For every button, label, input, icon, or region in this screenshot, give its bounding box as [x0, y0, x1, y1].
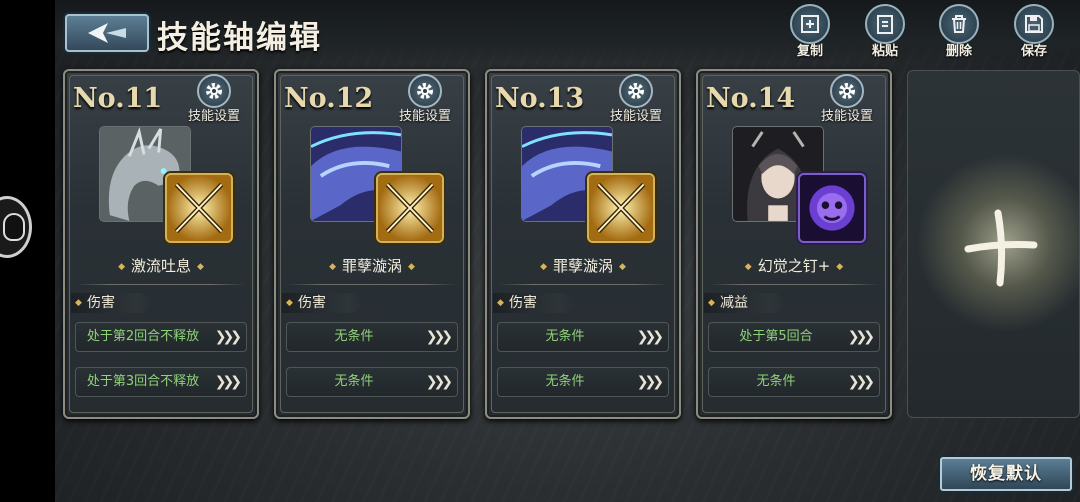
back-arrow-icon — [88, 23, 126, 43]
crossed-swords-icon — [165, 173, 233, 243]
divider — [77, 284, 245, 285]
save-button[interactable]: 保存 — [1007, 4, 1061, 60]
triple-arrow-icon: ❯❯❯ — [636, 374, 664, 390]
skill-type-tag: ◆ 减益 — [704, 293, 786, 313]
skill-editor-screen: 技能轴编辑 复制 粘贴 删除 保存 No.11 技能设置 ◆ 激流吐息 ◆ ◆ … — [55, 0, 1080, 502]
save-icon — [1025, 15, 1043, 33]
skill-type: 伤害 — [298, 295, 326, 311]
floating-assistant-bubble[interactable] — [0, 196, 32, 258]
back-button[interactable] — [65, 14, 149, 52]
restore-default-button[interactable]: 恢复默认 — [940, 457, 1072, 491]
skill-settings-label: 技能设置 — [820, 109, 873, 124]
save-label: 保存 — [1020, 44, 1047, 59]
triple-arrow-icon: ❯❯❯ — [847, 374, 875, 390]
condition-1-button[interactable]: 无条件 ❯❯❯ — [286, 322, 458, 352]
skill-name-row: ◆ 罪孽漩涡 ◆ — [329, 257, 415, 275]
copy-button[interactable]: 复制 — [783, 4, 837, 60]
card-number: No.12 — [284, 83, 374, 114]
skill-type-tag: ◆ 伤害 — [71, 293, 153, 313]
card-number: No.11 — [73, 83, 163, 114]
crossed-swords-icon — [376, 173, 444, 243]
condition-text: 无条件 — [545, 374, 585, 389]
copy-icon — [801, 15, 819, 33]
crossed-swords-icon — [587, 173, 655, 243]
condition-text: 处于第3回合不释放 — [86, 374, 200, 389]
skill-type: 减益 — [720, 295, 748, 311]
triple-arrow-icon: ❯❯❯ — [425, 374, 453, 390]
triple-arrow-icon: ❯❯❯ — [214, 374, 242, 390]
skill-name-row: ◆ 罪孽漩涡 ◆ — [540, 257, 626, 275]
condition-2-button[interactable]: 处于第3回合不释放 ❯❯❯ — [75, 367, 247, 397]
paste-button[interactable]: 粘贴 — [858, 4, 912, 60]
condition-1-button[interactable]: 无条件 ❯❯❯ — [497, 322, 669, 352]
skill-card: No.11 技能设置 ◆ 激流吐息 ◆ ◆ 伤害 处于第2回合不释放 ❯❯❯ 处… — [63, 69, 259, 419]
paste-icon — [877, 15, 893, 34]
condition-2-button[interactable]: 无条件 ❯❯❯ — [708, 367, 880, 397]
triple-arrow-icon: ❯❯❯ — [636, 329, 664, 345]
skill-settings-button[interactable]: 技能设置 — [605, 74, 667, 124]
divider — [499, 284, 667, 285]
condition-1-button[interactable]: 处于第2回合不释放 ❯❯❯ — [75, 322, 247, 352]
condition-text: 处于第5回合 — [739, 329, 813, 344]
skill-name-row: ◆ 激流吐息 ◆ — [118, 257, 204, 275]
condition-text: 处于第2回合不释放 — [86, 329, 200, 344]
skill-name: 罪孽漩涡 — [552, 257, 613, 275]
condition-1-button[interactable]: 处于第5回合 ❯❯❯ — [708, 322, 880, 352]
skill-type-tag: ◆ 伤害 — [493, 293, 575, 313]
skill-settings-button[interactable]: 技能设置 — [183, 74, 245, 124]
skill-name: 激流吐息 — [130, 257, 191, 275]
skill-type: 伤害 — [87, 295, 115, 311]
skill-name-row: ◆ 幻觉之钉+ ◆ — [744, 257, 844, 275]
page-title: 技能轴编辑 — [157, 20, 322, 56]
paste-label: 粘贴 — [871, 44, 898, 59]
triple-arrow-icon: ❯❯❯ — [847, 329, 875, 345]
skill-card: No.14 技能设置 ◆ 幻觉之钉+ ◆ ◆ 减益 处于第5回合 ❯❯❯ 无条件… — [696, 69, 892, 419]
skill-settings-label: 技能设置 — [187, 109, 240, 124]
copy-label: 复制 — [796, 44, 823, 59]
skill-card: No.12 技能设置 ◆ 罪孽漩涡 ◆ ◆ 伤害 无条件 ❯❯❯ 无条件 ❯❯❯ — [274, 69, 470, 419]
skill-card: No.13 技能设置 ◆ 罪孽漩涡 ◆ ◆ 伤害 无条件 ❯❯❯ 无条件 ❯❯❯ — [485, 69, 681, 419]
skill-settings-button[interactable]: 技能设置 — [394, 74, 456, 124]
penguin-icon — [3, 213, 25, 241]
skill-settings-label: 技能设置 — [398, 109, 451, 124]
condition-text: 无条件 — [545, 329, 585, 344]
card-number: No.13 — [495, 83, 585, 114]
triple-arrow-icon: ❯❯❯ — [425, 329, 453, 345]
delete-label: 删除 — [945, 44, 972, 59]
gear-icon — [417, 83, 433, 99]
divider — [710, 284, 878, 285]
delete-button[interactable]: 删除 — [932, 4, 986, 60]
condition-2-button[interactable]: 无条件 ❯❯❯ — [286, 367, 458, 397]
skill-type-tag: ◆ 伤害 — [282, 293, 364, 313]
condition-text: 无条件 — [334, 374, 374, 389]
plus-icon — [964, 209, 1038, 287]
gear-icon — [628, 83, 644, 99]
add-skill-slot[interactable] — [907, 70, 1080, 418]
skill-name: 幻觉之钉+ — [757, 257, 831, 275]
top-bar: 技能轴编辑 复制 粘贴 删除 保存 — [55, 0, 1080, 62]
divider — [288, 284, 456, 285]
condition-text: 无条件 — [756, 374, 796, 389]
left-black-strip — [0, 0, 55, 502]
card-number: No.14 — [706, 83, 796, 114]
skill-settings-label: 技能设置 — [609, 109, 662, 124]
skill-type: 伤害 — [509, 295, 537, 311]
skill-settings-button[interactable]: 技能设置 — [816, 74, 878, 124]
gear-icon — [206, 83, 222, 99]
skill-name: 罪孽漩涡 — [341, 257, 402, 275]
purple-skull-icon — [798, 173, 866, 243]
triple-arrow-icon: ❯❯❯ — [214, 329, 242, 345]
condition-2-button[interactable]: 无条件 ❯❯❯ — [497, 367, 669, 397]
condition-text: 无条件 — [334, 329, 374, 344]
gear-icon — [839, 83, 855, 99]
trash-icon — [952, 15, 966, 33]
